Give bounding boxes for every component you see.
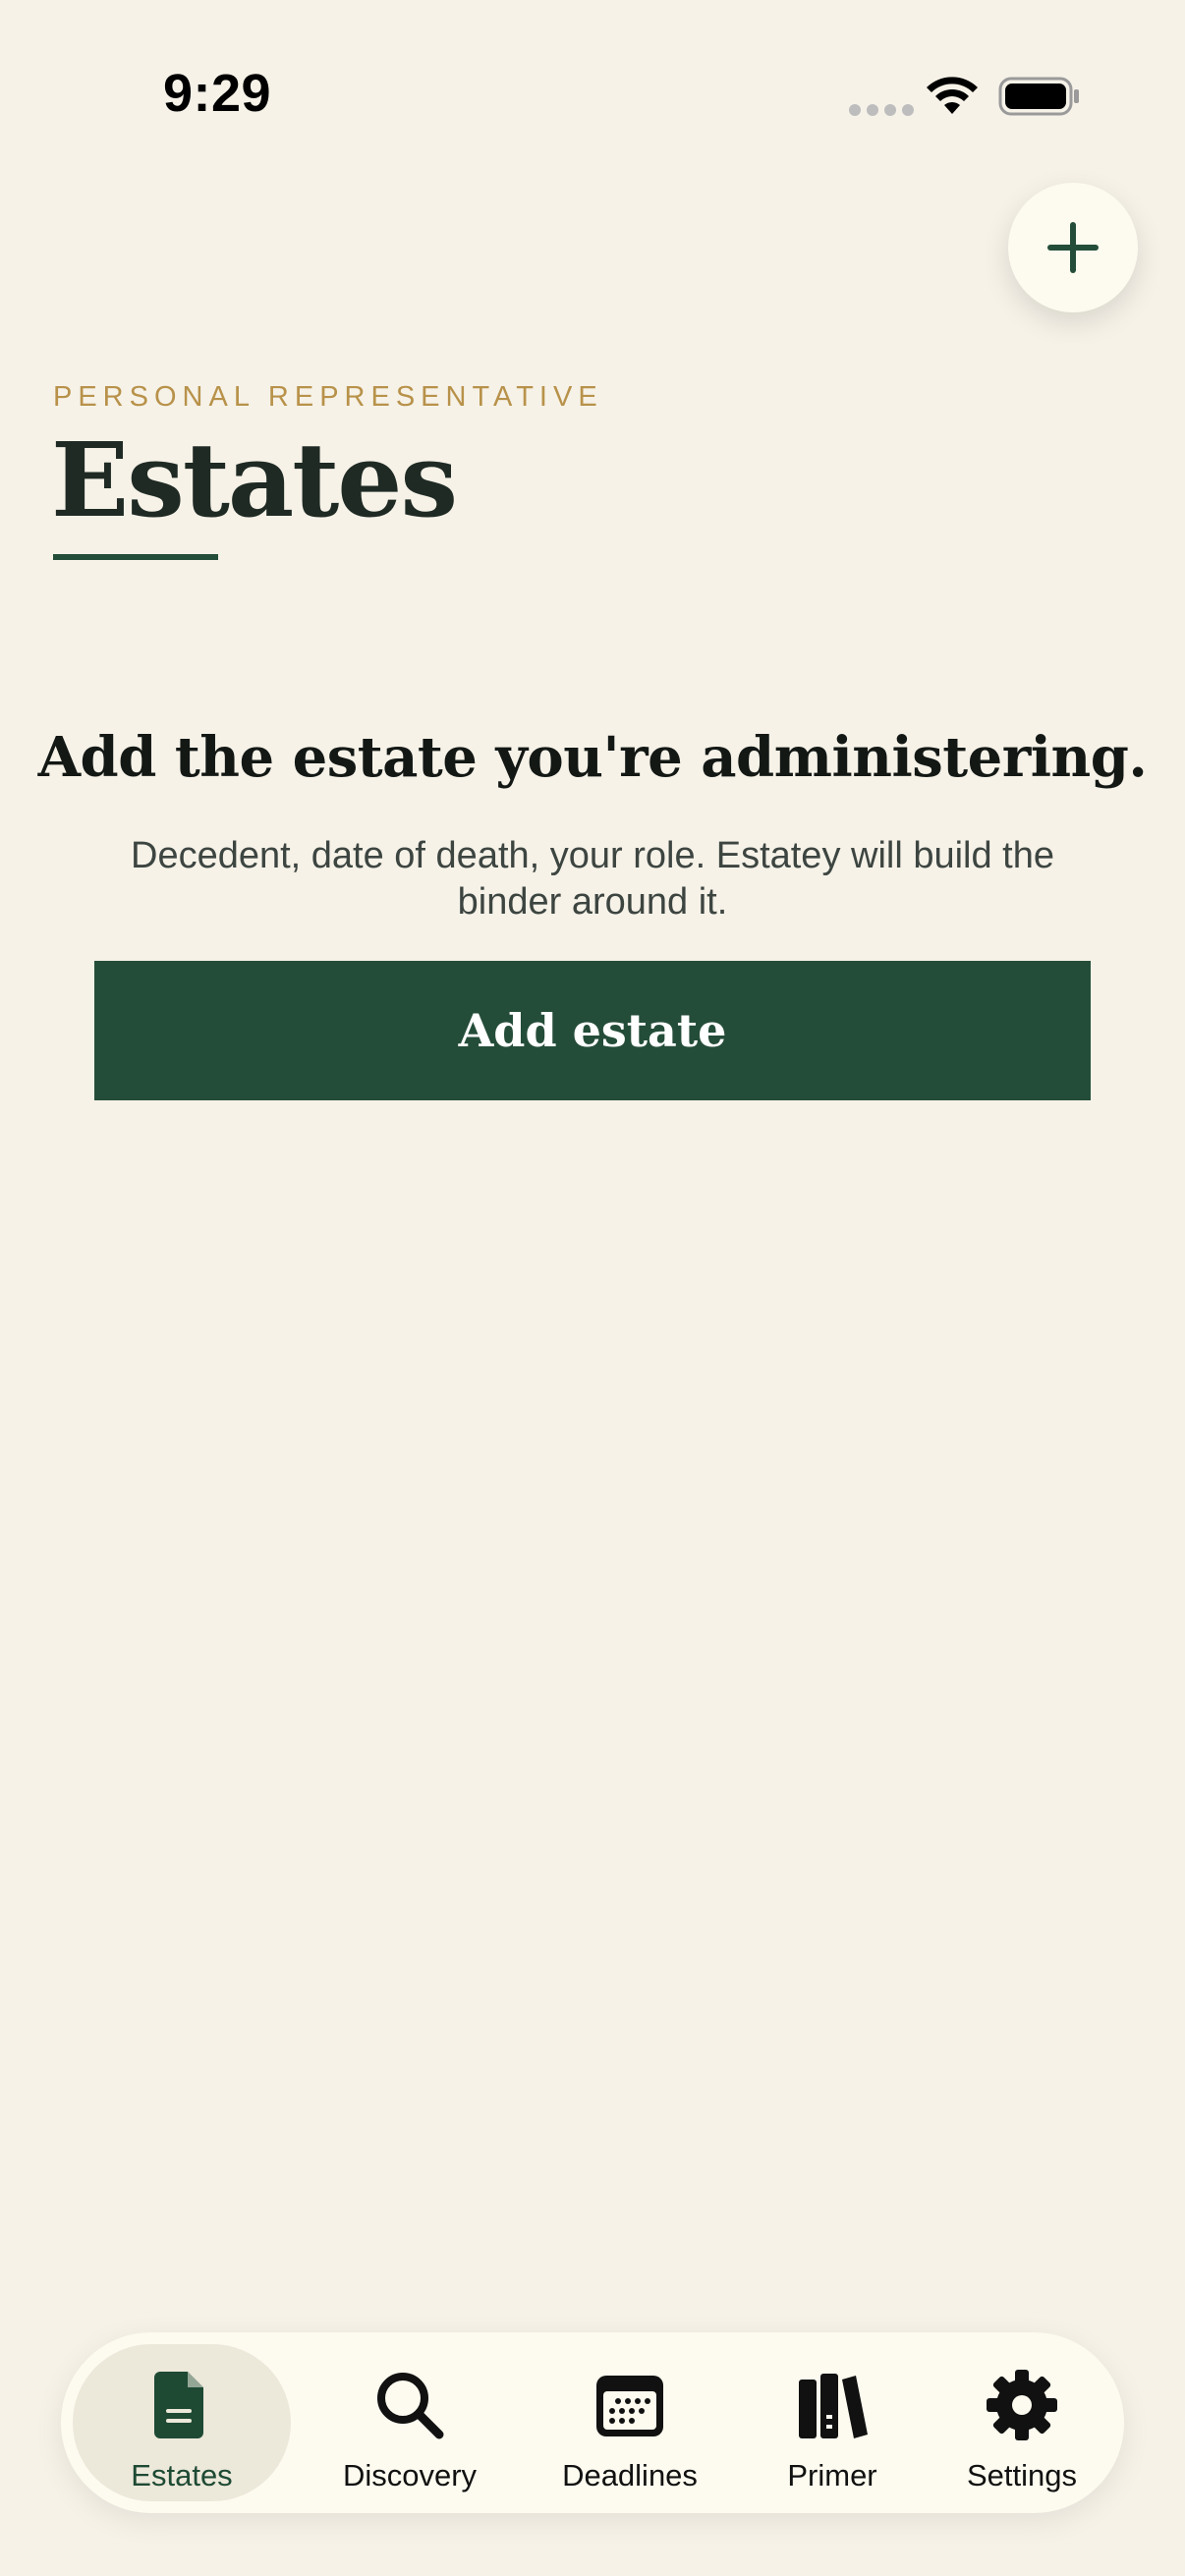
status-time: 9:29	[163, 64, 272, 123]
tab-deadlines[interactable]: Deadlines	[527, 2332, 733, 2513]
books-icon	[799, 2374, 868, 2438]
tab-label-settings: Settings	[966, 2458, 1077, 2492]
tab-discovery[interactable]: Discovery	[307, 2332, 513, 2513]
tab-label-primer: Primer	[787, 2458, 877, 2492]
tab-label-estates: Estates	[131, 2458, 233, 2492]
title-underline	[53, 554, 218, 560]
calendar-icon	[596, 2376, 663, 2436]
cellular-signal-icon	[849, 104, 914, 116]
empty-state-heading: Add the estate you're administering.	[37, 725, 1148, 790]
gear-icon	[987, 2370, 1057, 2440]
tab-label-discovery: Discovery	[342, 2458, 478, 2492]
document-icon	[154, 2372, 203, 2438]
page-title: Estates	[51, 420, 458, 540]
tab-bar: Estates Discovery Deadlines Primer Setti…	[61, 2332, 1124, 2513]
tab-primer[interactable]: Primer	[739, 2332, 926, 2513]
empty-state-description: Decedent, date of death, your role. Esta…	[131, 835, 1054, 923]
tab-estates[interactable]: Estates	[73, 2332, 291, 2513]
status-bar: 9:29	[0, 0, 1185, 147]
section-eyebrow: PERSONAL REPRESENTATIVE	[53, 381, 603, 413]
add-estate-fab[interactable]	[1008, 183, 1138, 312]
battery-icon	[998, 77, 1079, 116]
add-estate-button[interactable]: Add estate	[94, 961, 1091, 1100]
plus-icon	[1047, 222, 1099, 273]
search-icon	[377, 2373, 444, 2439]
tab-settings[interactable]: Settings	[926, 2332, 1118, 2513]
tab-label-deadlines: Deadlines	[562, 2458, 698, 2492]
wifi-icon	[927, 77, 978, 114]
